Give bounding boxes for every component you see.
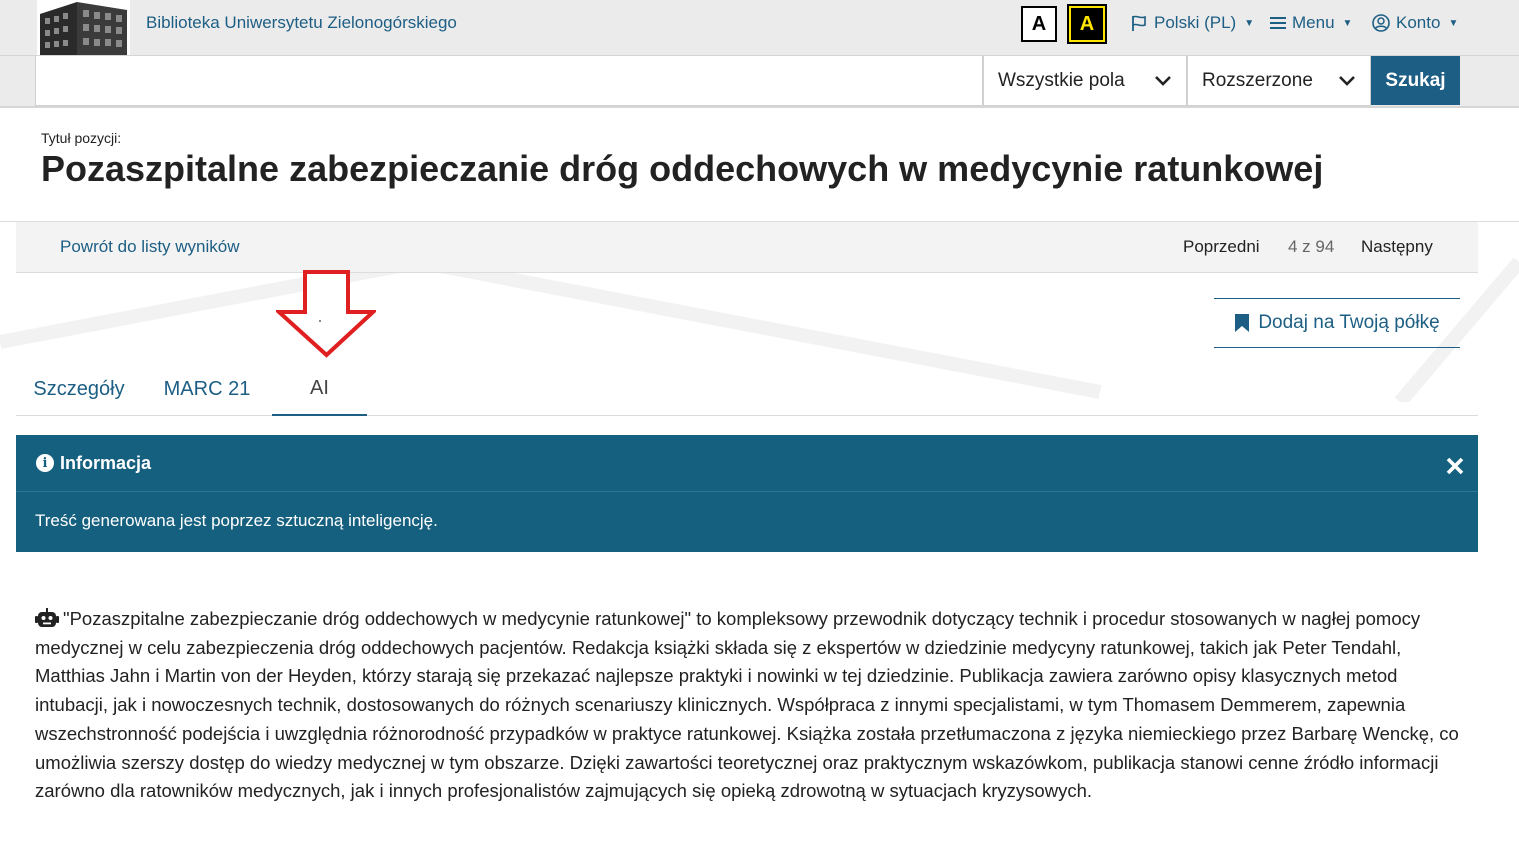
caret-down-icon: ▼ (1244, 17, 1255, 29)
back-to-results-link[interactable]: Powrót do listy wyników (60, 237, 240, 257)
result-counter: 4 z 94 (1288, 237, 1335, 256)
search-mode-select[interactable]: Rozszerzone (1187, 56, 1371, 106)
caret-down-icon: ▼ (1448, 17, 1459, 29)
alert-message: Treść generowana jest poprzez sztuczną i… (35, 511, 438, 530)
language-label: Polski (PL) (1154, 13, 1237, 32)
search-bar: Wszystkie pola Rozszerzone Szukaj (0, 56, 1519, 108)
previous-result-link[interactable]: Poprzedni (1183, 237, 1260, 257)
ai-summary-text: "Pozaszpitalne zabezpieczanie dróg oddec… (35, 608, 1459, 802)
bookmark-icon (1235, 314, 1250, 332)
account-dropdown[interactable]: Konto ▼ (1372, 13, 1458, 33)
menu-label: Menu (1292, 13, 1335, 32)
add-to-shelf-button[interactable]: Dodaj na Twoją półkę (1214, 298, 1460, 348)
library-building-logo-icon (37, 0, 130, 55)
search-field-value: Wszystkie pola (998, 69, 1125, 91)
alert-close-button[interactable] (1446, 453, 1464, 479)
alert-title: Informacja (60, 452, 152, 473)
user-circle-icon (1372, 14, 1390, 32)
site-name-link[interactable]: Biblioteka Uniwersytetu Zielonogórskiego (146, 13, 457, 33)
title-label: Tytuł pozycji: (41, 130, 122, 146)
top-header: Biblioteka Uniwersytetu Zielonogórskiego… (0, 0, 1519, 56)
info-alert: i Informacja Treść generowana jest poprz… (16, 435, 1478, 552)
search-submit-button[interactable]: Szukaj (1371, 56, 1460, 105)
account-label: Konto (1396, 13, 1441, 32)
add-to-shelf-label: Dodaj na Twoją półkę (1258, 312, 1440, 333)
page-title: Pozaszpitalne zabezpieczanie dróg oddech… (41, 148, 1324, 189)
next-result-link[interactable]: Następny (1361, 237, 1433, 257)
red-arrow-annotation-icon (276, 270, 376, 358)
menu-dropdown[interactable]: Menu ▼ (1270, 13, 1352, 33)
contrast-normal-button[interactable]: A (1021, 6, 1057, 42)
search-input[interactable] (35, 56, 983, 106)
chevron-down-icon (1339, 75, 1355, 86)
record-tabs: Szczegóły MARC 21 AI (16, 362, 1478, 416)
search-mode-value: Rozszerzone (1202, 69, 1313, 91)
chevron-down-icon (1155, 75, 1171, 86)
search-field-select[interactable]: Wszystkie pola (983, 56, 1187, 106)
tab-marc21[interactable]: MARC 21 (152, 362, 262, 416)
close-icon (1446, 457, 1464, 475)
robot-icon (35, 608, 59, 627)
result-navigation: Powrót do listy wyników Poprzedni 4 z 94… (16, 222, 1478, 273)
tab-ai[interactable]: AI (272, 362, 367, 416)
info-circle-icon: i (36, 454, 54, 472)
language-dropdown[interactable]: Polski (PL) ▼ (1130, 13, 1254, 33)
alert-header: i Informacja (16, 435, 1478, 492)
caret-down-icon: ▼ (1342, 17, 1353, 29)
library-logo[interactable] (37, 0, 130, 55)
flag-icon (1132, 15, 1146, 31)
ai-summary: "Pozaszpitalne zabezpieczanie dróg oddec… (35, 605, 1465, 806)
contrast-high-button[interactable]: A (1067, 4, 1107, 44)
hamburger-icon (1270, 17, 1286, 29)
tab-details[interactable]: Szczegóły (16, 362, 142, 416)
